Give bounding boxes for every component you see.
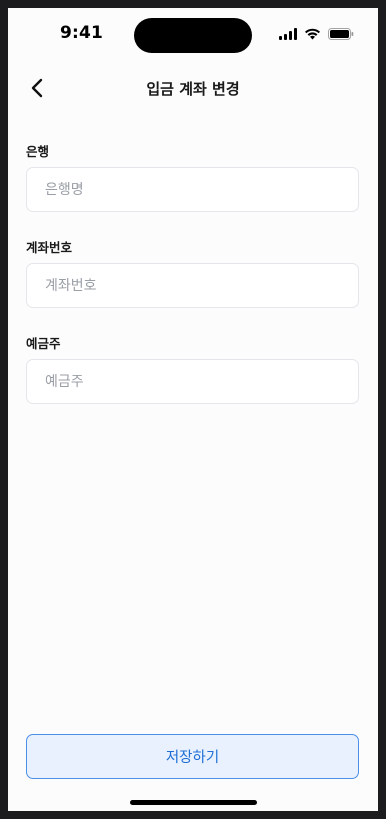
- status-icons: [279, 28, 354, 40]
- account-number-input[interactable]: [26, 263, 359, 308]
- status-time: 9:41: [60, 23, 104, 43]
- battery-icon: [328, 28, 354, 40]
- phone-screen: 9:41 입금 계좌 변경 은행 은행명 계좌번호 계좌번호 예금주 예금주 저…: [8, 8, 378, 811]
- page-title: 입금 계좌 변경: [146, 80, 240, 98]
- home-indicator[interactable]: [130, 800, 257, 805]
- status-bar: 9:41: [8, 8, 378, 64]
- account-holder-label: 예금주: [26, 336, 61, 351]
- bank-label: 은행: [26, 144, 50, 159]
- wifi-icon: [305, 28, 320, 40]
- save-button[interactable]: 저장하기: [26, 734, 359, 779]
- account-holder-input[interactable]: [26, 359, 359, 404]
- signal-icon: [279, 28, 297, 40]
- bank-input[interactable]: [26, 167, 359, 212]
- dynamic-island: [134, 18, 252, 53]
- header: 입금 계좌 변경: [8, 68, 378, 108]
- account-number-label: 계좌번호: [26, 240, 73, 255]
